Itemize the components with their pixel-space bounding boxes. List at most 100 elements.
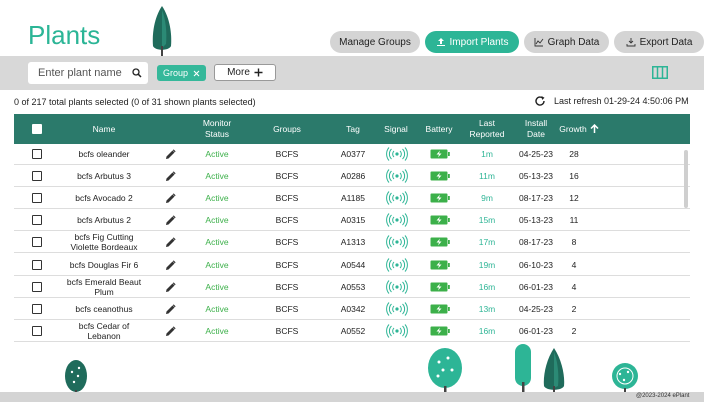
export-data-button[interactable]: Export Data (614, 31, 704, 53)
search-icon[interactable] (126, 68, 148, 78)
plant-name[interactable]: bcfs Arbutus 2 (66, 209, 142, 231)
edit-icon[interactable] (160, 276, 180, 298)
column-name[interactable]: Name (70, 114, 138, 144)
column-tag[interactable]: Tag (332, 114, 374, 144)
group-cell: BCFS (275, 171, 299, 181)
import-plants-button[interactable]: Import Plants (425, 31, 519, 53)
row-checkbox[interactable] (32, 215, 42, 225)
table-row[interactable]: bcfs ceanothus Active BCFS A0342 13m 04-25-23… (14, 298, 690, 320)
filter-toolbar: Enter plant name Group More (0, 56, 704, 90)
row-checkbox[interactable] (32, 304, 42, 314)
row-checkbox[interactable] (32, 326, 42, 336)
monitor-status: Active (205, 193, 229, 203)
install-date-cell: 04-25-23 (518, 304, 554, 314)
monitor-status: Active (205, 171, 229, 181)
battery-icon (428, 143, 452, 165)
column-groups[interactable]: Groups (262, 114, 312, 144)
install-date-cell: 06-10-23 (518, 260, 554, 270)
signal-icon (384, 276, 410, 298)
table-row[interactable]: bcfs Fig Cutting Violette Bordeaux Active… (14, 231, 690, 253)
row-checkbox[interactable] (32, 282, 42, 292)
columns-icon[interactable] (652, 66, 668, 79)
last-reported-cell: 15m (478, 215, 496, 225)
row-checkbox[interactable] (32, 237, 42, 247)
signal-icon (384, 231, 410, 253)
row-select-cell (30, 298, 44, 320)
edit-icon[interactable] (160, 143, 180, 165)
refresh-icon[interactable] (534, 95, 546, 107)
column-signal[interactable]: Signal (378, 114, 414, 144)
group-filter-chip[interactable]: Group (157, 65, 207, 81)
signal-icon (384, 143, 410, 165)
edit-icon[interactable] (160, 209, 180, 231)
plant-name[interactable]: bcfs Fig Cutting Violette Bordeaux (66, 231, 142, 253)
edit-icon[interactable] (160, 298, 180, 320)
row-select-cell (30, 187, 44, 209)
plant-name[interactable]: bcfs ceanothus (66, 298, 142, 320)
edit-icon[interactable] (160, 187, 180, 209)
group-cell: BCFS (275, 149, 299, 159)
table-row[interactable]: bcfs Douglas Fir 6 Active BCFS A0544 19m 06-1… (14, 254, 690, 276)
row-select-cell (30, 254, 44, 276)
plant-name[interactable]: bcfs Arbutus 3 (66, 165, 142, 187)
tag-cell: A0553 (340, 282, 366, 292)
signal-icon (384, 254, 410, 276)
column-growth[interactable]: Growth (554, 114, 604, 144)
row-checkbox[interactable] (32, 171, 42, 181)
last-refresh-text: Last refresh 01-29-24 4:50:06 PM (554, 96, 689, 106)
tag-cell: A1185 (341, 193, 365, 203)
group-cell: BCFS (275, 326, 299, 336)
table-row[interactable]: bcfs Cedar of Lebanon Active BCFS A0552 16m 0… (14, 320, 690, 342)
graph-data-label: Graph Data (547, 36, 600, 48)
tag-cell: A0286 (340, 171, 366, 181)
export-data-label: Export Data (639, 36, 693, 48)
table-row[interactable]: bcfs Avocado 2 Active BCFS A1185 9m 08-17-23 1… (14, 187, 690, 209)
plus-icon (254, 68, 263, 77)
install-date-cell: 06-01-23 (518, 282, 554, 292)
plant-name[interactable]: bcfs Avocado 2 (66, 187, 142, 209)
table-scrollbar[interactable] (684, 150, 688, 208)
table-row[interactable]: bcfs Arbutus 2 Active BCFS A0315 15m 05-13-23… (14, 209, 690, 231)
table-row[interactable]: bcfs Arbutus 3 Active BCFS A0286 11m 05-13-23… (14, 165, 690, 187)
edit-icon[interactable] (160, 320, 180, 342)
graph-data-button[interactable]: Graph Data (524, 31, 609, 53)
edit-icon[interactable] (160, 254, 180, 276)
tag-cell: A0377 (340, 149, 366, 159)
manage-groups-button[interactable]: Manage Groups (330, 31, 420, 53)
close-icon[interactable] (193, 70, 200, 77)
install-date-cell: 08-17-23 (518, 193, 554, 203)
tag-cell: A0552 (340, 326, 366, 336)
row-select-cell (30, 143, 44, 165)
edit-icon[interactable] (160, 231, 180, 253)
plant-name[interactable]: bcfs oleander (66, 143, 142, 165)
table-row[interactable]: bcfs oleander Active BCFS A0377 1m 04-25-23 28 (14, 143, 690, 165)
search-input[interactable]: Enter plant name (28, 62, 148, 84)
growth-cell: 2 (571, 326, 577, 336)
table-row[interactable]: bcfs Emerald Beaut Plum Active BCFS A0553 16… (14, 276, 690, 298)
tag-cell: A0315 (340, 215, 366, 225)
plant-name[interactable]: bcfs Douglas Fir 6 (66, 254, 142, 276)
row-checkbox[interactable] (32, 260, 42, 270)
column-monitor-status[interactable]: Monitor Status (192, 114, 242, 144)
plant-name[interactable]: bcfs Cedar of Lebanon (66, 320, 142, 342)
select-all-checkbox[interactable] (32, 124, 42, 134)
edit-icon[interactable] (160, 165, 180, 187)
column-install-date[interactable]: Install Date (516, 114, 556, 144)
row-checkbox[interactable] (32, 193, 42, 203)
install-date-cell: 06-01-23 (518, 326, 554, 336)
plant-name[interactable]: bcfs Emerald Beaut Plum (66, 276, 142, 298)
last-reported-cell: 17m (478, 237, 496, 247)
monitor-status: Active (205, 282, 229, 292)
monitor-status: Active (205, 149, 229, 159)
more-filters-button[interactable]: More (214, 64, 276, 81)
more-filters-label: More (227, 67, 250, 78)
row-checkbox[interactable] (32, 149, 42, 159)
sort-ascending-icon[interactable] (590, 124, 599, 134)
battery-icon (428, 320, 452, 342)
signal-icon (384, 165, 410, 187)
monitor-status: Active (205, 304, 229, 314)
column-last-reported[interactable]: Last Reported (466, 114, 508, 144)
row-select-cell (30, 209, 44, 231)
column-battery[interactable]: Battery (420, 114, 458, 144)
growth-cell: 16 (569, 171, 579, 181)
